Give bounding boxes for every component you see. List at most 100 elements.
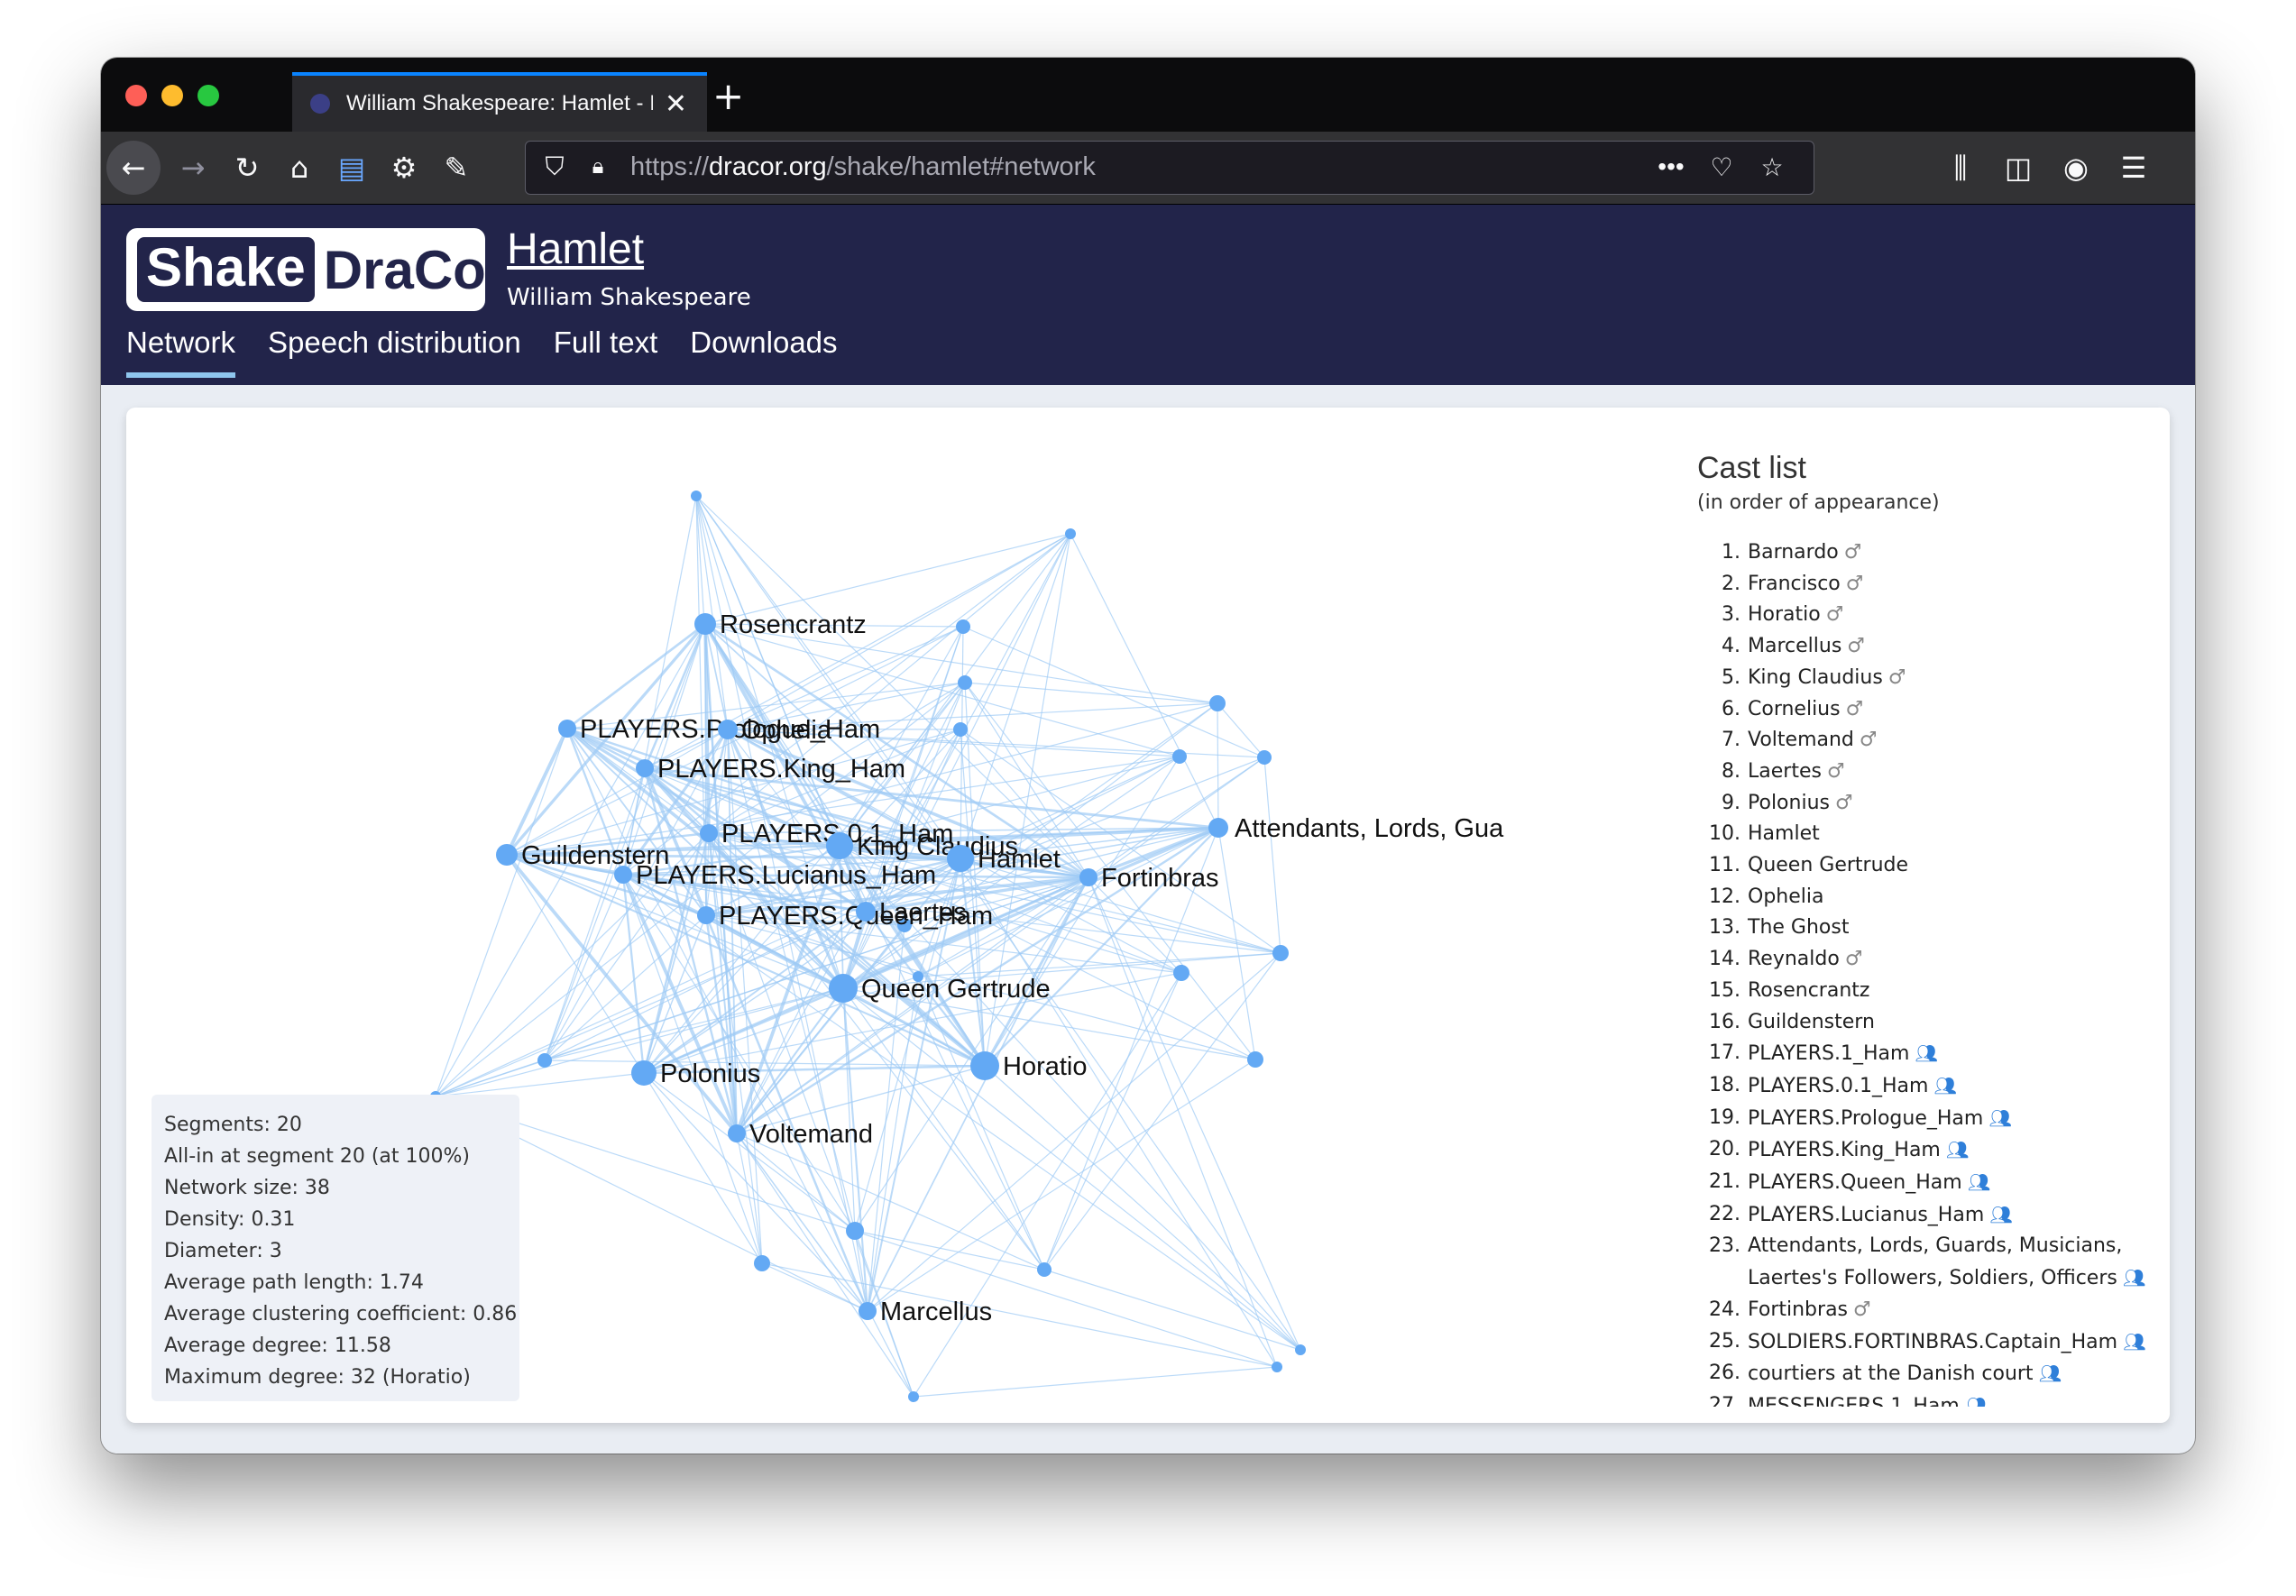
node-p01[interactable] [700, 824, 718, 842]
cast-name-text: PLAYERS.Prologue_Ham [1748, 1106, 1984, 1130]
browser-window: William Shakespeare: Hamlet - I ✕ + ← → … [101, 58, 2195, 1454]
cast-name-text: PLAYERS.0.1_Ham [1748, 1074, 1929, 1097]
forward-button[interactable]: → [171, 146, 215, 189]
node-rosencrantz[interactable] [694, 613, 716, 635]
stat-all-in: All-in at segment 20 (at 100%) [164, 1145, 471, 1168]
network-node[interactable] [1065, 528, 1076, 539]
cast-list-item: 3. Horatio ♂ [1697, 600, 2148, 631]
node-attendants[interactable] [1208, 818, 1228, 838]
stat-avg-degree: Average degree: 11.58 [164, 1335, 391, 1357]
male-icon: ♂ [1843, 541, 1862, 564]
network-node[interactable] [908, 1391, 919, 1402]
home-icon[interactable]: ⌂ [278, 146, 321, 189]
network-node[interactable] [1272, 1362, 1282, 1372]
cast-number: 9. [1722, 791, 1740, 814]
network-edge [913, 1366, 1278, 1398]
minimize-window-button[interactable] [161, 85, 183, 106]
network-node[interactable] [1209, 695, 1226, 711]
node-horatio[interactable] [970, 1051, 999, 1080]
network-node[interactable] [1173, 965, 1189, 981]
node-laertes[interactable] [856, 902, 876, 922]
network-node[interactable] [1257, 750, 1272, 765]
stat-segments: Segments: 20 [164, 1114, 302, 1136]
cast-name: courtiers at the Danish court 👥︎ [1748, 1358, 2062, 1390]
group-icon: 👥︎ [1967, 1171, 1991, 1194]
cast-list-item: 16. Guildenstern [1697, 1007, 2148, 1039]
pocket-icon[interactable]: ♡ [1704, 149, 1740, 185]
cast-list-item: 9. Polonius ♂ [1697, 788, 2148, 820]
cast-name-text: Voltemand [1748, 729, 1854, 752]
cast-name-text: Laertes [1748, 759, 1822, 783]
network-node[interactable] [537, 1053, 552, 1068]
network-node[interactable] [956, 619, 970, 634]
network-edge [1043, 1269, 1301, 1351]
node-marcellus[interactable] [859, 1302, 877, 1320]
tab-speech-distribution[interactable]: Speech distribution [268, 326, 521, 378]
close-window-button[interactable] [125, 85, 147, 106]
node-label-ophelia: Ophelia [741, 716, 832, 745]
network-node[interactable] [958, 675, 972, 690]
node-voltemand[interactable] [728, 1124, 746, 1142]
network-node[interactable] [846, 1222, 864, 1240]
network-node[interactable] [1295, 1344, 1306, 1355]
cast-name: Horatio ♂ [1748, 600, 1843, 631]
url-text[interactable]: https://dracor.org/shake/hamlet#network [630, 152, 1096, 182]
cast-list-item: 13. The Ghost [1697, 913, 2148, 944]
gear-icon[interactable]: ⚙ [382, 146, 426, 189]
cast-list-item: 1. Barnardo ♂ [1697, 537, 2148, 569]
node-label-gertrude: Queen Gertrude [861, 975, 1051, 1004]
network-node[interactable] [1272, 945, 1289, 961]
node-queenham[interactable] [697, 906, 715, 924]
network-edge [842, 987, 1301, 1351]
node-gertrude[interactable] [829, 974, 858, 1003]
node-hamlet[interactable] [947, 845, 974, 872]
back-button[interactable]: ← [106, 141, 161, 195]
network-edge [505, 728, 569, 856]
page-icon[interactable]: ▤ [330, 146, 373, 189]
network-node[interactable] [1172, 749, 1187, 764]
shield-icon[interactable]: ⛉ [537, 149, 573, 185]
play-title-link[interactable]: Hamlet [507, 225, 644, 274]
menu-icon[interactable]: ☰ [2112, 146, 2155, 189]
node-prologue[interactable] [558, 720, 576, 738]
node-claudius[interactable] [826, 832, 853, 859]
shakedracor-logo[interactable]: Shake DraCor [126, 228, 507, 311]
cast-name: Laertes ♂ [1748, 757, 1845, 788]
more-actions-icon[interactable]: ••• [1653, 149, 1689, 185]
wrench-icon[interactable]: ✎ [435, 146, 478, 189]
new-tab-button[interactable]: + [712, 78, 744, 115]
network-node[interactable] [754, 1255, 770, 1271]
tab-downloads[interactable]: Downloads [690, 326, 837, 378]
node-label-attendants: Attendants, Lords, Gua [1235, 814, 1504, 843]
cast-name: Ophelia [1748, 882, 1823, 913]
node-polonius[interactable] [631, 1060, 657, 1086]
close-tab-icon[interactable]: ✕ [665, 88, 687, 120]
network-node[interactable] [691, 491, 702, 501]
network-node[interactable] [1247, 1051, 1263, 1068]
browser-tab[interactable]: William Shakespeare: Hamlet - I ✕ [292, 72, 707, 132]
cast-name: Voltemand ♂ [1748, 725, 1878, 757]
tab-network[interactable]: Network [126, 326, 236, 378]
cast-number: 11. [1709, 854, 1740, 877]
cast-list-item: 25. SOLDIERS.FORTINBRAS.Captain_Ham 👥︎ [1697, 1326, 2148, 1359]
lock-icon[interactable]: 🔒︎ [580, 149, 616, 185]
network-node[interactable] [953, 722, 968, 737]
maximize-window-button[interactable] [197, 85, 219, 106]
tab-full-text[interactable]: Full text [554, 326, 658, 378]
group-icon: 👥︎ [1964, 1394, 1988, 1407]
cast-list: 1. Barnardo ♂ 2. Francisco ♂ 3. Horatio ♂ 4. Marce… [1697, 537, 2148, 1407]
reload-button[interactable]: ↻ [225, 146, 269, 189]
cast-name-text: SOLDIERS.FORTINBRAS.Captain_Ham [1748, 1330, 2118, 1353]
node-guildenstern[interactable] [496, 844, 518, 866]
sidebar-icon[interactable]: ◫ [1997, 146, 2040, 189]
network-node[interactable] [1037, 1262, 1052, 1277]
url-bar[interactable]: ⛉ 🔒︎ https://dracor.org/shake/hamlet#net… [525, 141, 1814, 195]
node-kingham[interactable] [636, 759, 654, 777]
bookmark-star-icon[interactable]: ☆ [1754, 149, 1790, 185]
network-edge [984, 1065, 1301, 1351]
library-icon[interactable]: ⫼ [1939, 146, 1982, 189]
node-ophelia[interactable] [718, 720, 738, 739]
node-lucianus[interactable] [614, 866, 632, 884]
account-icon[interactable]: ◉ [2054, 146, 2098, 189]
node-fortinbras[interactable] [1079, 868, 1097, 886]
